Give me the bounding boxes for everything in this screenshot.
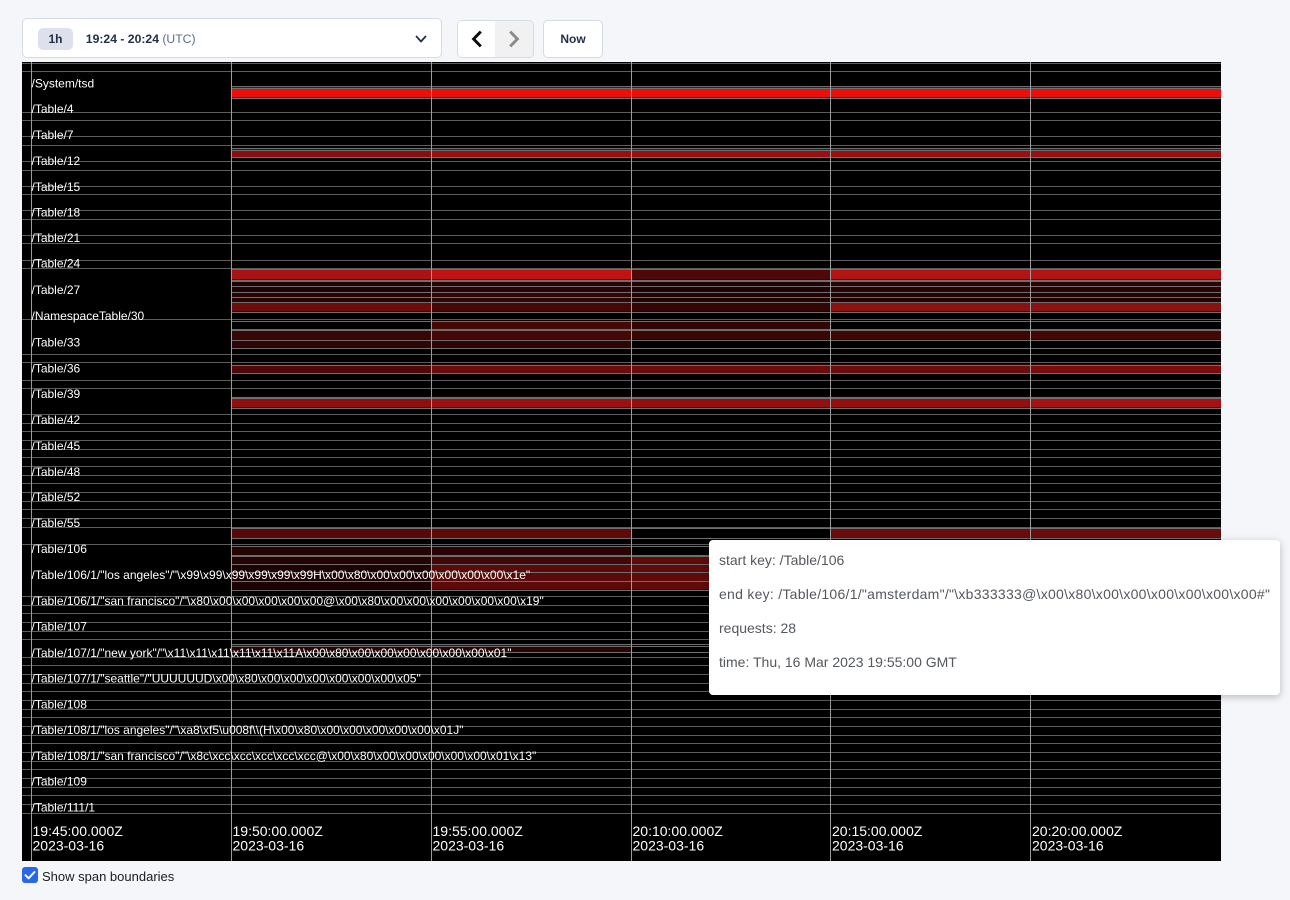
svg-text:/Table/55: /Table/55 xyxy=(32,516,81,530)
svg-text:2023-03-16: 2023-03-16 xyxy=(33,838,105,854)
svg-text:/Table/48: /Table/48 xyxy=(32,465,81,479)
svg-text:/Table/106/1/"san francisco"/": /Table/106/1/"san francisco"/"\x80\x00\x… xyxy=(32,594,544,608)
svg-text:2023-03-16: 2023-03-16 xyxy=(1032,838,1104,854)
svg-text:/Table/106: /Table/106 xyxy=(32,542,88,556)
svg-text:2023-03-16: 2023-03-16 xyxy=(832,838,904,854)
svg-text:/Table/106/1/"los angeles"/"\x: /Table/106/1/"los angeles"/"\x99\x99\x99… xyxy=(32,568,531,582)
svg-text:/Table/107: /Table/107 xyxy=(32,620,88,634)
svg-text:/Table/18: /Table/18 xyxy=(32,205,81,219)
svg-text:/Table/111/1: /Table/111/1 xyxy=(32,801,96,815)
svg-text:2023-03-16: 2023-03-16 xyxy=(633,838,705,854)
svg-text:/Table/109: /Table/109 xyxy=(32,774,88,788)
svg-text:2023-03-16: 2023-03-16 xyxy=(233,838,305,854)
svg-text:/Table/7: /Table/7 xyxy=(32,128,74,142)
svg-text:/Table/39: /Table/39 xyxy=(32,387,81,401)
svg-text:/Table/45: /Table/45 xyxy=(32,439,81,453)
svg-text:/Table/27: /Table/27 xyxy=(32,283,81,297)
svg-text:/Table/108/1/"san francisco"/": /Table/108/1/"san francisco"/"\x8c\xcc\x… xyxy=(32,749,537,763)
svg-text:/Table/12: /Table/12 xyxy=(32,154,81,168)
svg-text:2023-03-16: 2023-03-16 xyxy=(433,838,505,854)
svg-text:/Table/107/1/"seattle"/"UUUUUU: /Table/107/1/"seattle"/"UUUUUUD\x00\x80\… xyxy=(32,672,421,686)
svg-text:/Table/15: /Table/15 xyxy=(32,180,81,194)
svg-text:/Table/107/1/"new york"/"\x11\: /Table/107/1/"new york"/"\x11\x11\x11\x1… xyxy=(32,646,512,660)
svg-text:/Table/52: /Table/52 xyxy=(32,490,81,504)
svg-text:/System/tsd: /System/tsd xyxy=(32,76,95,90)
svg-text:/Table/24: /Table/24 xyxy=(32,257,81,271)
svg-text:/Table/36: /Table/36 xyxy=(32,361,81,375)
svg-text:/Table/4: /Table/4 xyxy=(32,102,74,116)
svg-text:/Table/33: /Table/33 xyxy=(32,335,81,349)
svg-text:/Table/42: /Table/42 xyxy=(32,413,81,427)
svg-text:/Table/108: /Table/108 xyxy=(32,697,88,711)
svg-text:/NamespaceTable/30: /NamespaceTable/30 xyxy=(32,309,145,323)
svg-text:/Table/21: /Table/21 xyxy=(32,231,81,245)
svg-text:/Table/108/1/"los angeles"/"\x: /Table/108/1/"los angeles"/"\xa8\xf5\u00… xyxy=(32,723,464,737)
